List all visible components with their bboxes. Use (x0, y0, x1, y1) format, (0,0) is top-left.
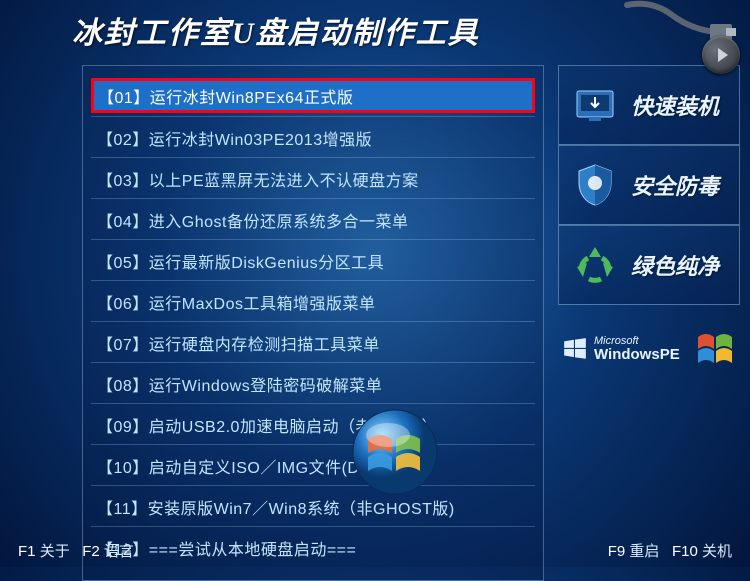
play-button[interactable] (702, 36, 740, 74)
menu-item-7[interactable]: 【07】运行硬盘内存检测扫描工具菜单 (91, 326, 535, 359)
menu-separator (91, 280, 535, 281)
badge-label: 安全防毒 (631, 169, 719, 201)
menu-item-8[interactable]: 【08】运行Windows登陆密码破解菜单 (91, 367, 535, 400)
f2-key[interactable]: F2 (82, 543, 100, 560)
f1-key[interactable]: F1 (18, 543, 36, 560)
menu-item-6[interactable]: 【06】运行MaxDos工具箱增强版菜单 (91, 285, 535, 318)
header: 冰封工作室U盘启动制作工具 (0, 0, 750, 65)
menu-separator (91, 485, 535, 486)
menu-item-1[interactable]: 【01】运行冰封Win8PEx64正式版 (91, 78, 535, 113)
windowspe-label: WindowsPE (594, 347, 680, 364)
windows-flag-icon (696, 331, 736, 367)
content-area: 【01】运行冰封Win8PEx64正式版【02】运行冰封Win03PE2013增… (0, 65, 750, 581)
menu-separator (91, 362, 535, 363)
menu-separator (91, 321, 535, 322)
badge-recycle[interactable]: 绿色纯净 (558, 225, 740, 305)
menu-separator (91, 157, 535, 158)
menu-item-10[interactable]: 【10】启动自定义ISO／IMG文件(DND目录） (91, 449, 535, 482)
f9-key[interactable]: F9 (608, 543, 626, 560)
shield-icon (567, 157, 623, 213)
f2-label: 语言 (104, 543, 134, 560)
badge-label: 快速装机 (631, 89, 719, 121)
footer-right: F9 重启 F10 关机 (608, 540, 732, 561)
f9-label: 重启 (629, 543, 659, 560)
menu-item-2[interactable]: 【02】运行冰封Win03PE2013增强版 (91, 121, 535, 154)
footer-left: F1 关于 F2 语言 (18, 540, 134, 561)
menu-separator (91, 198, 535, 199)
recycle-icon (567, 237, 623, 293)
windows-orb-icon (350, 407, 440, 497)
app-title: 冰封工作室U盘启动制作工具 (72, 8, 480, 52)
menu-separator (91, 239, 535, 240)
menu-separator (91, 526, 535, 527)
menu-item-4[interactable]: 【04】进入Ghost备份还原系统多合一菜单 (91, 203, 535, 236)
menu-separator (91, 403, 535, 404)
menu-separator (91, 116, 535, 117)
footer: F1 关于 F2 语言 F9 重启 F10 关机 (0, 540, 750, 561)
boot-menu: 【01】运行冰封Win8PEx64正式版【02】运行冰封Win03PE2013增… (82, 65, 544, 581)
f10-key[interactable]: F10 (672, 543, 698, 560)
menu-separator (91, 444, 535, 445)
badge-label: 绿色纯净 (631, 249, 719, 281)
logo-row: Microsoft WindowsPE (558, 313, 740, 367)
badge-install[interactable]: 快速装机 (558, 65, 740, 145)
menu-item-3[interactable]: 【03】以上PE蓝黑屏无法进入不认硬盘方案 (91, 162, 535, 195)
menu-item-9[interactable]: 【09】启动USB2.0加速电脑启动（老机专用） (91, 408, 535, 441)
f1-label: 关于 (40, 543, 70, 560)
menu-item-11[interactable]: 【11】安装原版Win7／Win8系统（非GHOST版) (91, 490, 535, 523)
install-icon (567, 77, 623, 133)
f10-label: 关机 (702, 543, 732, 560)
side-panel: 快速装机安全防毒绿色纯净 Microsoft WindowsPE (558, 65, 740, 581)
microsoft-label: Microsoft (594, 335, 680, 347)
windows-pe-logo: Microsoft WindowsPE (562, 335, 680, 364)
menu-item-5[interactable]: 【05】运行最新版DiskGenius分区工具 (91, 244, 535, 277)
badge-shield[interactable]: 安全防毒 (558, 145, 740, 225)
